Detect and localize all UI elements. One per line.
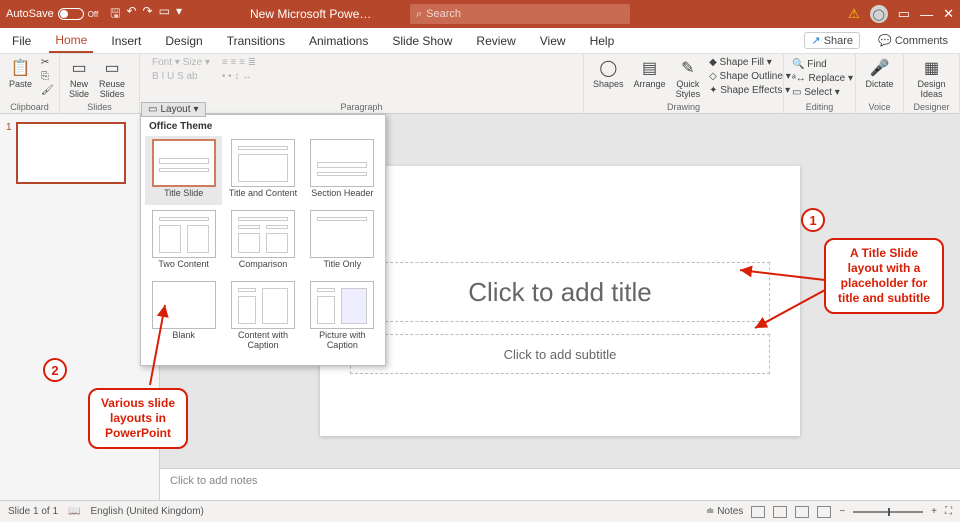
layout-section-header[interactable]: Section Header xyxy=(304,136,381,205)
layout-picture-with-caption[interactable]: Picture with Caption xyxy=(304,278,381,357)
tab-home[interactable]: Home xyxy=(49,29,93,53)
search-icon: ⌕ xyxy=(416,8,422,21)
group-voice-label: Voice xyxy=(862,102,897,113)
tab-slideshow[interactable]: Slide Show xyxy=(386,30,458,52)
save-icon[interactable]: 🖫 xyxy=(110,4,120,25)
tab-design[interactable]: Design xyxy=(159,30,208,52)
layout-title-and-content[interactable]: Title and Content xyxy=(224,136,301,205)
callout-badge-2: 2 xyxy=(43,358,67,382)
copy-button[interactable]: ⎘ xyxy=(39,70,56,83)
qat-more-icon[interactable]: ▾ xyxy=(176,4,182,25)
format-painter-button[interactable]: 🖌 xyxy=(39,84,56,97)
title-placeholder[interactable]: Click to add title xyxy=(350,262,770,322)
layout-title-only[interactable]: Title Only xyxy=(304,207,381,276)
clipboard-icon: 📋 xyxy=(11,58,31,78)
slideshow-view-button[interactable] xyxy=(817,506,831,518)
shape-fill-button[interactable]: ◆ Shape Fill ▾ xyxy=(707,56,793,69)
callout-1: A Title Slide layout with a placeholder … xyxy=(824,238,944,314)
document-title: New Microsoft Powe… xyxy=(250,7,371,21)
layout-title-slide[interactable]: Title Slide xyxy=(145,136,222,205)
shapes-button[interactable]: ◯Shapes xyxy=(590,56,627,91)
undo-icon[interactable]: ↶ xyxy=(126,4,136,25)
zoom-slider[interactable] xyxy=(853,511,923,513)
normal-view-button[interactable] xyxy=(751,506,765,518)
reading-view-button[interactable] xyxy=(795,506,809,518)
warning-icon[interactable]: ⚠ xyxy=(848,6,860,22)
paste-button[interactable]: 📋 Paste xyxy=(6,56,35,91)
layout-content-with-caption[interactable]: Content with Caption xyxy=(224,278,301,357)
group-clipboard-label: Clipboard xyxy=(6,102,53,113)
redo-icon[interactable]: ↷ xyxy=(143,4,153,25)
find-button[interactable]: 🔍 Find xyxy=(790,58,849,71)
layout-theme-label: Office Theme xyxy=(145,119,381,136)
shape-outline-button[interactable]: ◇ Shape Outline ▾ xyxy=(707,70,793,83)
notes-pane[interactable]: Click to add notes xyxy=(160,468,960,500)
group-slides-label: Slides xyxy=(66,102,133,113)
start-slideshow-icon[interactable]: ▭ xyxy=(159,4,170,25)
tab-view[interactable]: View xyxy=(534,30,572,52)
reuse-slides-icon: ▭ xyxy=(104,58,119,78)
new-slide-button[interactable]: ▭ New Slide xyxy=(66,56,92,101)
share-button[interactable]: ↗ Share xyxy=(804,32,860,49)
zoom-in-button[interactable]: + xyxy=(931,506,937,517)
notes-toggle[interactable]: ≐ Notes xyxy=(706,506,743,517)
ribbon-display-icon[interactable]: ▭ xyxy=(898,6,910,22)
callout-badge-1: 1 xyxy=(801,208,825,232)
design-ideas-button[interactable]: ▦Design Ideas xyxy=(910,56,953,101)
callout-2: Various slide layouts in PowerPoint xyxy=(88,388,188,449)
group-paragraph-label: Paragraph xyxy=(146,102,577,113)
tab-insert[interactable]: Insert xyxy=(105,30,147,52)
tab-animations[interactable]: Animations xyxy=(303,30,374,52)
slide: Click to add title Click to add subtitle xyxy=(320,166,800,436)
title-bar: AutoSave Off 🖫 ↶ ↷ ▭ ▾ New Microsoft Pow… xyxy=(0,0,960,28)
tab-help[interactable]: Help xyxy=(584,30,621,52)
group-drawing-label: Drawing xyxy=(590,102,777,113)
minimize-icon[interactable]: — xyxy=(920,7,933,22)
layout-button[interactable]: ▭ Layout ▾ xyxy=(141,102,206,117)
subtitle-placeholder[interactable]: Click to add subtitle xyxy=(350,334,770,374)
cut-button[interactable]: ✂ xyxy=(39,56,56,69)
group-editing-label: Editing xyxy=(790,102,849,113)
quick-styles-button[interactable]: ✎Quick Styles xyxy=(673,56,704,101)
slide-thumbnail-1[interactable] xyxy=(16,122,126,184)
layout-comparison[interactable]: Comparison xyxy=(224,207,301,276)
tab-review[interactable]: Review xyxy=(470,30,521,52)
mic-icon: 🎤 xyxy=(870,58,890,78)
language-indicator[interactable]: English (United Kingdom) xyxy=(91,506,204,517)
shapes-icon: ◯ xyxy=(599,58,617,78)
autosave-toggle[interactable]: AutoSave Off xyxy=(6,8,98,20)
slidesorter-view-button[interactable] xyxy=(773,506,787,518)
tab-transitions[interactable]: Transitions xyxy=(221,30,291,52)
thumb-number: 1 xyxy=(6,122,12,133)
shape-effects-button[interactable]: ✦ Shape Effects ▾ xyxy=(707,84,793,97)
design-ideas-icon: ▦ xyxy=(924,58,939,78)
tab-file[interactable]: File xyxy=(6,30,37,52)
select-button[interactable]: ▭ Select ▾ xyxy=(790,86,849,99)
arrange-icon: ▤ xyxy=(642,58,657,78)
arrange-button[interactable]: ▤Arrange xyxy=(631,56,669,91)
dictate-button[interactable]: 🎤Dictate xyxy=(862,56,897,91)
reuse-slides-button[interactable]: ▭ Reuse Slides xyxy=(96,56,128,101)
new-slide-icon: ▭ xyxy=(71,58,86,78)
search-input[interactable]: ⌕ Search xyxy=(410,4,630,24)
ribbon: 📋 Paste ✂ ⎘ 🖌 Clipboard ▭ New Slide ▭ Re… xyxy=(0,54,960,114)
comments-button[interactable]: 💬 Comments xyxy=(872,33,954,48)
layout-two-content[interactable]: Two Content xyxy=(145,207,222,276)
status-bar: Slide 1 of 1 📖 English (United Kingdom) … xyxy=(0,500,960,522)
menu-bar: File Home Insert Design Transitions Anim… xyxy=(0,28,960,54)
account-avatar[interactable]: ◯ xyxy=(870,5,888,23)
slide-indicator: Slide 1 of 1 xyxy=(8,506,58,517)
spellcheck-icon[interactable]: 📖 xyxy=(68,506,80,517)
quick-styles-icon: ✎ xyxy=(681,58,694,78)
close-icon[interactable]: ✕ xyxy=(943,6,954,22)
layout-dropdown: ▭ Layout ▾ Office Theme Title Slide Titl… xyxy=(140,114,386,366)
layout-blank[interactable]: Blank xyxy=(145,278,222,357)
fit-to-window-button[interactable]: ⛶ xyxy=(945,506,952,517)
replace-button[interactable]: ᵃ↔ Replace ▾ xyxy=(790,72,849,85)
group-designer-label: Designer xyxy=(910,102,953,113)
zoom-out-button[interactable]: − xyxy=(839,506,845,517)
